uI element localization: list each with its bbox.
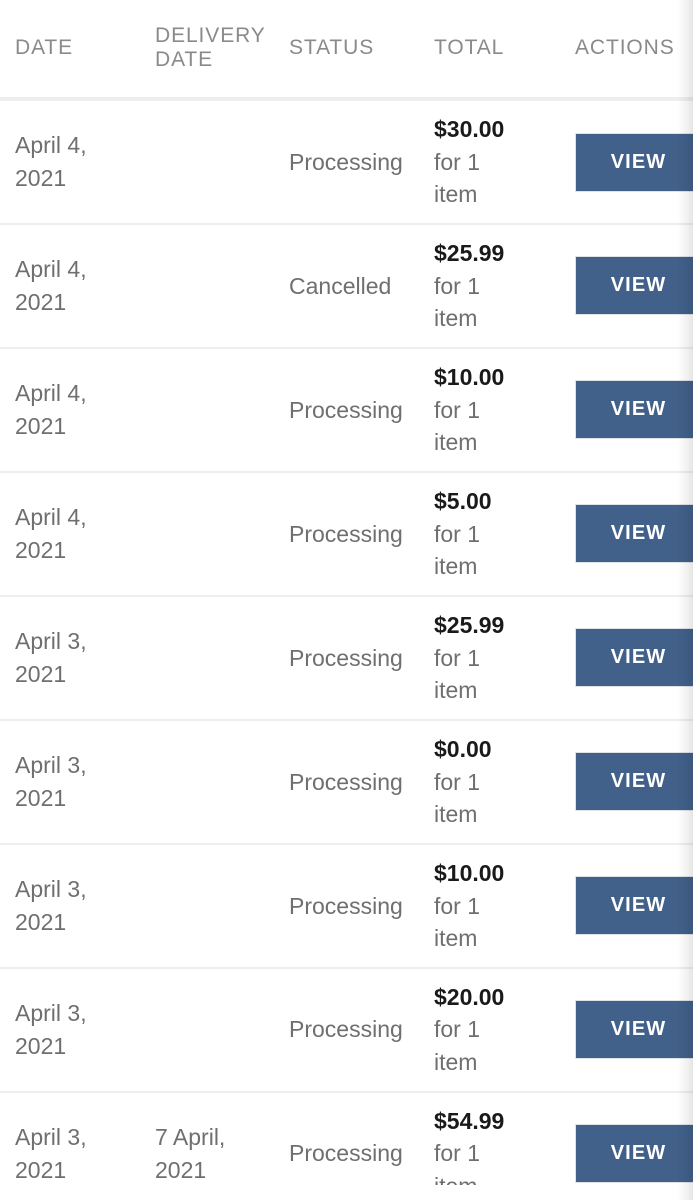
column-header-status[interactable]: STATUS	[288, 0, 431, 102]
cell-order-date: April 4, 2021	[0, 471, 140, 597]
cell-delivery-date	[140, 347, 288, 473]
cell-total: $25.99 for 1 item	[431, 595, 536, 721]
header-row: DATE DELIVERY DATE STATUS TOTAL ACTIONS	[0, 0, 693, 102]
total-amount: $0.00	[434, 735, 492, 762]
total-amount: $54.99	[434, 1107, 505, 1134]
total-quantity: for 1 item	[434, 1016, 481, 1076]
total-amount: $30.00	[434, 116, 505, 143]
cell-status: Processing	[288, 595, 431, 721]
cell-order-date: April 3, 2021	[0, 1091, 140, 1200]
cell-total: $25.99 for 1 item	[431, 224, 536, 349]
table-row: April 4, 2021 Cancelled $25.99 for 1 item VI…	[0, 224, 693, 349]
cell-status: Processing	[288, 347, 431, 473]
cell-delivery-date: 7 April, 2021	[140, 1091, 288, 1200]
cell-actions: VIEW	[536, 347, 693, 473]
cell-status: Processing	[288, 719, 431, 845]
view-order-button[interactable]: VIEW	[575, 1124, 693, 1184]
table-row: April 3, 2021 Processing $0.00 for 1 item VI…	[0, 719, 693, 845]
column-header-date[interactable]: DATE	[0, 0, 140, 102]
table-row: April 4, 2021 Processing $5.00 for 1 item VI…	[0, 471, 693, 597]
view-order-button[interactable]: VIEW	[575, 876, 693, 936]
table-bottom-filler	[0, 1185, 693, 1200]
cell-actions: VIEW	[536, 967, 693, 1093]
cell-status: Processing	[288, 967, 431, 1093]
column-header-total[interactable]: TOTAL	[431, 0, 536, 102]
cell-order-date: April 3, 2021	[0, 719, 140, 845]
cell-delivery-date	[140, 224, 288, 349]
cell-order-date: April 4, 2021	[0, 99, 140, 225]
cell-status: Processing	[288, 843, 431, 969]
table-row: April 3, 2021 Processing $25.99 for 1 item V…	[0, 595, 693, 721]
column-header-actions: ACTIONS	[536, 0, 693, 102]
orders-table-body: April 4, 2021 Processing $30.00 for 1 item V…	[0, 99, 693, 1200]
orders-table-viewport[interactable]: DATE DELIVERY DATE STATUS TOTAL ACTIONS …	[0, 0, 693, 1200]
cell-total: $10.00 for 1 item	[431, 843, 536, 969]
total-amount: $25.99	[434, 240, 505, 266]
total-quantity: for 1 item	[434, 148, 481, 208]
cell-order-date: April 4, 2021	[0, 224, 140, 349]
cell-status: Processing	[288, 471, 431, 597]
total-quantity: for 1 item	[434, 644, 481, 704]
cell-actions: VIEW	[536, 99, 693, 225]
cell-total: $20.00 for 1 item	[431, 967, 536, 1093]
cell-delivery-date	[140, 843, 288, 969]
total-quantity: for 1 item	[434, 768, 481, 828]
table-row: April 4, 2021 Processing $30.00 for 1 item V…	[0, 99, 693, 225]
cell-delivery-date	[140, 471, 288, 597]
cell-order-date: April 4, 2021	[0, 347, 140, 473]
view-order-button[interactable]: VIEW	[575, 752, 693, 812]
cell-total: $54.99for 1 item	[431, 1091, 536, 1200]
view-order-button[interactable]: VIEW	[575, 256, 693, 316]
cell-actions: VIEW	[536, 1091, 693, 1200]
cell-order-date: April 3, 2021	[0, 595, 140, 721]
cell-actions: VIEW	[536, 471, 693, 597]
total-amount: $10.00	[434, 363, 505, 390]
view-order-button[interactable]: VIEW	[575, 380, 693, 440]
total-quantity: for 1 item	[434, 396, 481, 456]
cell-delivery-date	[140, 595, 288, 721]
cell-delivery-date	[140, 99, 288, 225]
total-amount: $10.00	[434, 859, 505, 886]
cell-order-date: April 3, 2021	[0, 843, 140, 969]
cell-status: Processing	[288, 1091, 431, 1200]
cell-total: $0.00 for 1 item	[431, 719, 536, 845]
table-row: April 3, 2021 7 April, 2021 Processing $54.…	[0, 1091, 693, 1200]
total-quantity: for 1 item	[434, 892, 481, 952]
cell-actions: VIEW	[536, 843, 693, 969]
orders-table-header: DATE DELIVERY DATE STATUS TOTAL ACTIONS	[0, 0, 693, 102]
view-order-button[interactable]: VIEW	[575, 132, 693, 192]
total-amount: $25.99	[434, 611, 505, 638]
cell-status: Cancelled	[288, 224, 431, 349]
cell-status: Processing	[288, 99, 431, 225]
cell-total: $5.00 for 1 item	[431, 471, 536, 597]
total-amount: $5.00	[434, 487, 492, 514]
orders-table: DATE DELIVERY DATE STATUS TOTAL ACTIONS …	[0, 0, 693, 1200]
table-row: April 4, 2021 Processing $10.00 for 1 item V…	[0, 347, 693, 473]
cell-delivery-date	[140, 719, 288, 845]
cell-order-date: April 3, 2021	[0, 967, 140, 1093]
cell-actions: VIEW	[536, 224, 693, 349]
table-row: April 3, 2021 Processing $20.00 for 1 item V…	[0, 967, 693, 1093]
total-amount: $20.00	[434, 983, 505, 1010]
view-order-button[interactable]: VIEW	[575, 1000, 693, 1060]
view-order-button[interactable]: VIEW	[575, 628, 693, 688]
view-order-button[interactable]: VIEW	[575, 504, 693, 564]
column-header-delivery-date[interactable]: DELIVERY DATE	[140, 0, 288, 102]
cell-delivery-date	[140, 967, 288, 1093]
cell-total: $10.00 for 1 item	[431, 347, 536, 473]
cell-actions: VIEW	[536, 719, 693, 845]
cell-total: $30.00 for 1 item	[431, 99, 536, 225]
total-quantity: for 1 item	[434, 272, 481, 332]
table-row: April 3, 2021 Processing $10.00 for 1 item V…	[0, 843, 693, 969]
cell-actions: VIEW	[536, 595, 693, 721]
total-quantity: for 1 item	[434, 520, 481, 580]
